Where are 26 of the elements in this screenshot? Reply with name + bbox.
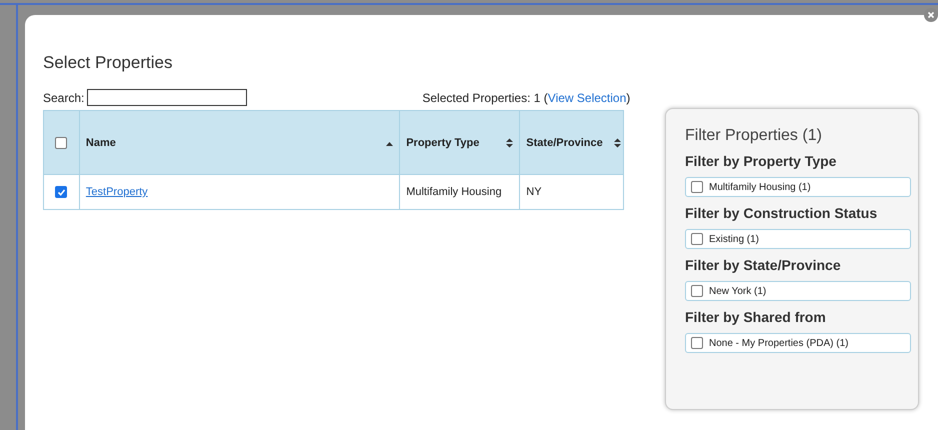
row-checkbox[interactable] xyxy=(55,186,68,198)
column-header[interactable]: Property Type xyxy=(400,110,520,174)
selection-summary: Selected Properties: 1 (View Selection) xyxy=(422,90,630,104)
table-cell: Multifamily Housing xyxy=(400,174,520,210)
filter-checkbox[interactable] xyxy=(691,285,703,297)
column-header[interactable]: State/Province xyxy=(520,110,624,174)
dialog-title: Select Properties xyxy=(43,53,174,73)
search-field[interactable] xyxy=(87,89,248,106)
search-label: Search: xyxy=(43,90,84,104)
filter-heading: Filter by Construction Status xyxy=(685,205,878,221)
table-cell: NY xyxy=(520,174,624,210)
filter-heading: Filter by Property Type xyxy=(685,153,838,169)
filter-checkbox[interactable] xyxy=(691,181,703,193)
filter-heading: Filter by Shared from xyxy=(685,309,827,325)
filter-option-label[interactable]: New York (1) xyxy=(709,286,766,296)
filter-option-label[interactable]: Existing (1) xyxy=(709,234,760,244)
filter-heading: Filter by State/Province xyxy=(685,257,842,273)
view-selection-link[interactable]: View Selection xyxy=(548,90,626,104)
sort-icon xyxy=(614,138,621,148)
sort-icon xyxy=(506,138,514,148)
column-header[interactable]: Name xyxy=(79,110,400,174)
filter-checkbox[interactable] xyxy=(691,233,703,245)
property-link[interactable]: TestProperty xyxy=(86,186,148,198)
filter-title: Filter Properties (1) xyxy=(685,127,823,145)
filter-checkbox[interactable] xyxy=(691,337,703,349)
select-all-checkbox[interactable] xyxy=(55,136,68,149)
